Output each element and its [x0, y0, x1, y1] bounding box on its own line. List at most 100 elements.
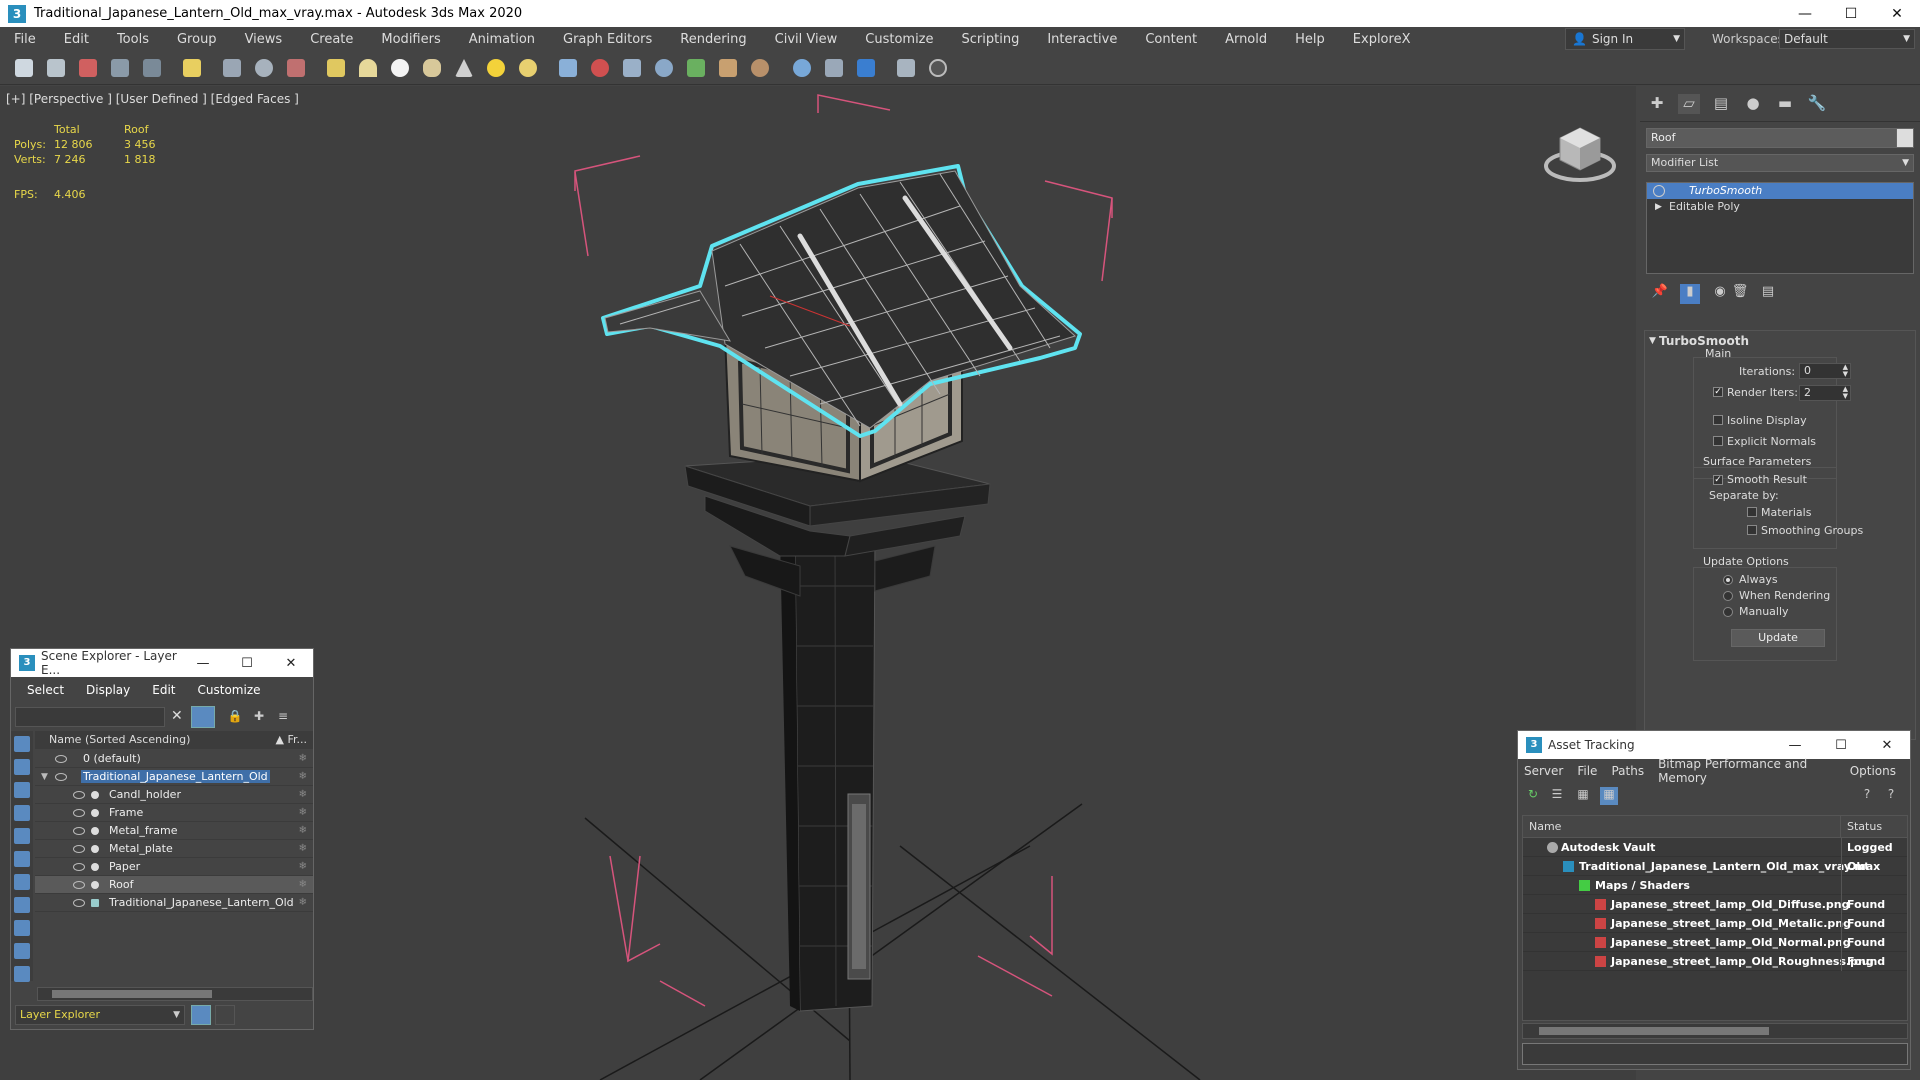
minimize-button[interactable]: — [1782, 0, 1828, 27]
workspaces-select[interactable]: Default ▼ [1779, 29, 1915, 49]
add-layer-icon[interactable]: ✚ [251, 709, 267, 725]
eye-icon[interactable] [73, 827, 85, 835]
refresh-icon[interactable]: ↻ [1524, 787, 1542, 805]
explorer-type-select[interactable]: Layer Explorer ▼ [15, 1005, 185, 1025]
hierarchy-tab-icon[interactable]: ▤ [1710, 94, 1732, 114]
modifier-editable-poly[interactable]: ▶ Editable Poly [1647, 199, 1913, 215]
cone-icon[interactable] [356, 56, 380, 80]
eye-icon[interactable] [73, 791, 85, 799]
table-view-icon[interactable]: ▦ [1574, 787, 1592, 805]
helper-icon[interactable] [620, 56, 644, 80]
shapes-filter-icon[interactable] [14, 782, 30, 798]
menu-explorex[interactable]: ExploreX [1339, 32, 1425, 47]
list-item[interactable]: ❄ Metal_frame [35, 822, 313, 840]
display-all-icon[interactable] [14, 736, 30, 752]
menu-animation[interactable]: Animation [455, 32, 549, 47]
at-menu-server[interactable]: Server [1524, 764, 1563, 778]
list-item[interactable]: ❄ Candl_holder [35, 786, 313, 804]
rollout-header[interactable]: ▼ TurboSmooth [1645, 331, 1915, 351]
viewcube-icon[interactable] [1540, 116, 1620, 186]
utilities-tab-wrench-icon[interactable]: 🔧 [1806, 94, 1828, 114]
render-setup-icon[interactable] [76, 56, 100, 80]
spinner-arrows-icon[interactable]: ▲ ▼ [1843, 364, 1848, 378]
make-unique-icon[interactable]: ◉ [1710, 284, 1730, 304]
select-object-icon[interactable] [180, 56, 204, 80]
filter-icon[interactable] [191, 706, 215, 728]
scene-explorer-title-bar[interactable]: 3 Scene Explorer - Layer E... — ☐ ✕ [11, 649, 313, 677]
modifier-list-dropdown[interactable]: Modifier List ▼ [1646, 154, 1914, 172]
layers-icon[interactable]: ≡ [275, 709, 291, 725]
list-item[interactable]: ❄ Frame [35, 804, 313, 822]
se-menu-display[interactable]: Display [86, 683, 130, 697]
teapot-icon[interactable] [420, 56, 444, 80]
motion-tab-icon[interactable]: ● [1742, 94, 1764, 114]
iterations-spinner[interactable]: 0 ▲ ▼ [1799, 363, 1851, 379]
expand-triangle-icon[interactable]: ▶ [1655, 199, 1662, 215]
manually-radio[interactable] [1723, 607, 1733, 617]
lock-icon[interactable]: 🔒 [227, 709, 243, 725]
minimize-button[interactable]: — [181, 656, 225, 671]
menu-content[interactable]: Content [1131, 32, 1211, 47]
snowflake-icon[interactable]: ❄ [299, 897, 307, 908]
expand-triangle-icon[interactable]: ▼ [41, 772, 48, 782]
close-button[interactable]: ✕ [269, 656, 313, 671]
at-menu-bitmap[interactable]: Bitmap Performance and Memory [1658, 757, 1836, 785]
helpers-filter-icon[interactable] [14, 851, 30, 867]
close-button[interactable]: ✕ [1874, 0, 1920, 27]
undo-icon[interactable] [12, 56, 36, 80]
menu-modifiers[interactable]: Modifiers [367, 32, 454, 47]
snowflake-icon[interactable]: ❄ [299, 843, 307, 854]
move-icon[interactable] [220, 56, 244, 80]
eye-icon[interactable] [73, 809, 85, 817]
display-tab-icon[interactable]: ▬ [1774, 94, 1796, 114]
help-icon[interactable]: ? [1858, 787, 1876, 805]
render-iters-spinner[interactable]: 2 ▲ ▼ [1799, 385, 1851, 401]
eye-icon[interactable] [73, 863, 85, 871]
eye-icon[interactable] [73, 899, 85, 907]
render-icon[interactable] [140, 56, 164, 80]
column-header-name[interactable]: Name (Sorted Ascending) ▲ Fr... [35, 731, 313, 749]
se-menu-select[interactable]: Select [27, 683, 64, 697]
table-row[interactable]: Japanese_street_lamp_Old_Roughness.png F… [1523, 952, 1907, 971]
object-color-swatch[interactable] [1896, 128, 1914, 148]
menu-views[interactable]: Views [231, 32, 297, 47]
table-row[interactable]: Japanese_street_lamp_Old_Diffuse.png Fou… [1523, 895, 1907, 914]
reactor-icon[interactable] [588, 56, 612, 80]
menu-interactive[interactable]: Interactive [1033, 32, 1131, 47]
menu-file[interactable]: File [0, 32, 50, 47]
snowflake-icon[interactable]: ❄ [299, 753, 307, 764]
snowflake-icon[interactable]: ❄ [299, 879, 307, 890]
grid-view-icon[interactable]: ▦ [1600, 787, 1618, 805]
scale-icon[interactable] [284, 56, 308, 80]
environment-icon[interactable] [790, 56, 814, 80]
snowflake-icon[interactable]: ❄ [299, 825, 307, 836]
eye-icon[interactable] [55, 755, 67, 763]
hierarchy-icon[interactable] [215, 1005, 235, 1025]
menu-create[interactable]: Create [296, 32, 367, 47]
eye-icon[interactable] [1653, 185, 1665, 197]
isoline-checkbox[interactable] [1713, 415, 1723, 425]
always-radio[interactable] [1723, 575, 1733, 585]
close-button[interactable]: ✕ [1864, 738, 1910, 753]
menu-tools[interactable]: Tools [103, 32, 163, 47]
horizontal-scrollbar[interactable] [1522, 1023, 1908, 1039]
modify-tab-icon[interactable]: ▱ [1678, 94, 1700, 114]
menu-civil-view[interactable]: Civil View [761, 32, 852, 47]
material-icon[interactable] [748, 56, 772, 80]
particles-icon[interactable] [556, 56, 580, 80]
create-tab-plus-icon[interactable]: ✚ [1646, 94, 1668, 114]
light-icon[interactable] [484, 56, 508, 80]
horizontal-scrollbar[interactable] [37, 987, 313, 1001]
maximize-button[interactable]: ☐ [225, 656, 269, 671]
redo-icon[interactable] [44, 56, 68, 80]
eye-icon[interactable] [55, 773, 67, 781]
asset-path-field[interactable] [1522, 1043, 1908, 1065]
xrefs-filter-icon[interactable] [14, 920, 30, 936]
cameras-filter-icon[interactable] [14, 828, 30, 844]
table-row[interactable]: Japanese_street_lamp_Old_Normal.png Foun… [1523, 933, 1907, 952]
menu-help[interactable]: Help [1281, 32, 1339, 47]
menu-arnold[interactable]: Arnold [1211, 32, 1281, 47]
list-item[interactable]: ❄ Metal_plate [35, 840, 313, 858]
smooth-result-checkbox[interactable]: ✓ [1713, 475, 1723, 485]
containers-filter-icon[interactable] [14, 966, 30, 982]
